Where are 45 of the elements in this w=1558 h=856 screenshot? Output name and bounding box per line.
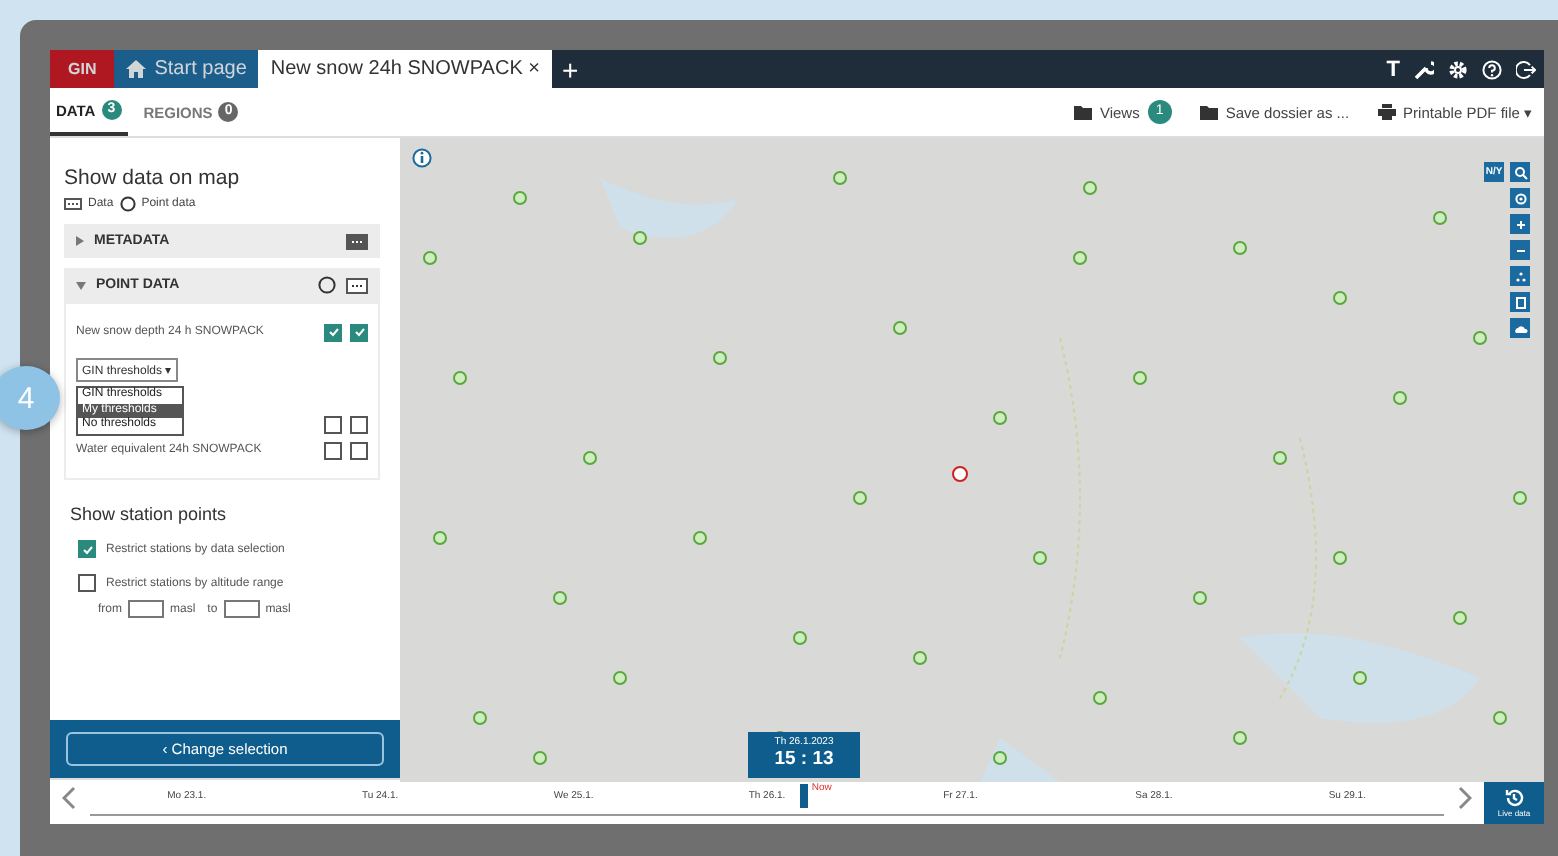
history-icon — [1504, 787, 1524, 807]
dots-icon[interactable] — [1510, 266, 1530, 286]
checkbox[interactable] — [78, 540, 96, 558]
step-badge: 4 — [0, 366, 60, 430]
chevron-right-icon — [1456, 786, 1472, 810]
help-icon[interactable] — [1482, 59, 1502, 79]
home-tab[interactable]: Start page — [114, 50, 259, 88]
target-icon[interactable] — [1510, 188, 1530, 208]
checkbox[interactable] — [324, 441, 342, 459]
folder-icon — [1199, 105, 1218, 119]
new-tab-button[interactable]: + — [551, 53, 589, 85]
caret-right-icon — [76, 236, 84, 246]
document-tab[interactable]: New snow 24h SNOWPACK × — [258, 50, 552, 88]
data-icon[interactable] — [346, 277, 368, 293]
data-icon — [64, 198, 82, 210]
brand-tab[interactable]: GIN — [50, 50, 115, 88]
settings-icon[interactable] — [1448, 59, 1468, 79]
checkbox[interactable] — [324, 323, 342, 341]
altitude-to-field[interactable] — [223, 600, 260, 618]
checkbox[interactable] — [324, 416, 342, 434]
printer-icon — [1377, 104, 1396, 120]
checkbox[interactable] — [350, 441, 368, 459]
section-title: Show data on map — [64, 166, 242, 190]
text-tool-button[interactable]: T — [1386, 57, 1400, 81]
chevron-left-icon — [62, 786, 78, 810]
zoom-in-icon[interactable] — [1510, 214, 1530, 234]
zoom-out-icon[interactable] — [1510, 240, 1530, 260]
checkbox[interactable] — [350, 323, 368, 341]
wrench-icon[interactable] — [1414, 59, 1434, 79]
folder-icon — [1073, 105, 1092, 119]
logout-icon[interactable] — [1516, 59, 1536, 79]
search-icon[interactable] — [1510, 162, 1530, 182]
checkbox[interactable] — [78, 574, 96, 592]
circle-icon — [119, 196, 136, 212]
home-icon — [126, 60, 147, 78]
data-icon[interactable] — [346, 233, 368, 249]
page-icon[interactable] — [1510, 292, 1530, 312]
altitude-from-field[interactable] — [128, 600, 164, 618]
cloud-icon[interactable] — [1510, 318, 1530, 338]
info-icon[interactable] — [412, 148, 432, 168]
time-slider-handle[interactable] — [800, 783, 809, 807]
section-title: Show station points — [70, 504, 229, 524]
caret-down-icon — [76, 281, 86, 289]
circle-icon[interactable] — [318, 276, 336, 294]
checkbox[interactable] — [350, 416, 368, 434]
